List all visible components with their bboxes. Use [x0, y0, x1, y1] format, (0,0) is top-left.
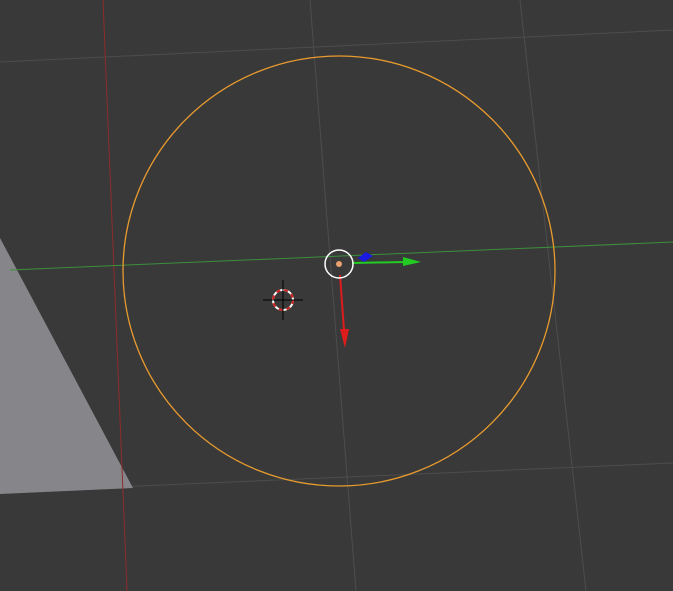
grid-line	[309, 0, 357, 591]
gizmo-z-arrowhead[interactable]	[358, 252, 373, 262]
viewport-canvas[interactable]	[0, 0, 673, 591]
gizmo-y-axis[interactable]	[351, 261, 406, 264]
x-axis-line	[102, 0, 128, 591]
floor-grid	[0, 0, 673, 591]
3d-cursor[interactable]	[263, 280, 303, 320]
object-origin-dot	[336, 261, 342, 267]
3d-viewport[interactable]	[0, 0, 673, 591]
gizmo-x-arrowhead[interactable]	[340, 329, 349, 348]
transform-gizmo[interactable]	[324, 249, 421, 348]
grid-line	[0, 29, 673, 63]
selected-circle-outline[interactable]	[122, 55, 556, 487]
gizmo-x-axis[interactable]	[339, 274, 345, 331]
gizmo-y-arrowhead[interactable]	[403, 257, 421, 266]
y-axis-line	[9, 241, 673, 271]
ground-plane	[0, 238, 133, 494]
